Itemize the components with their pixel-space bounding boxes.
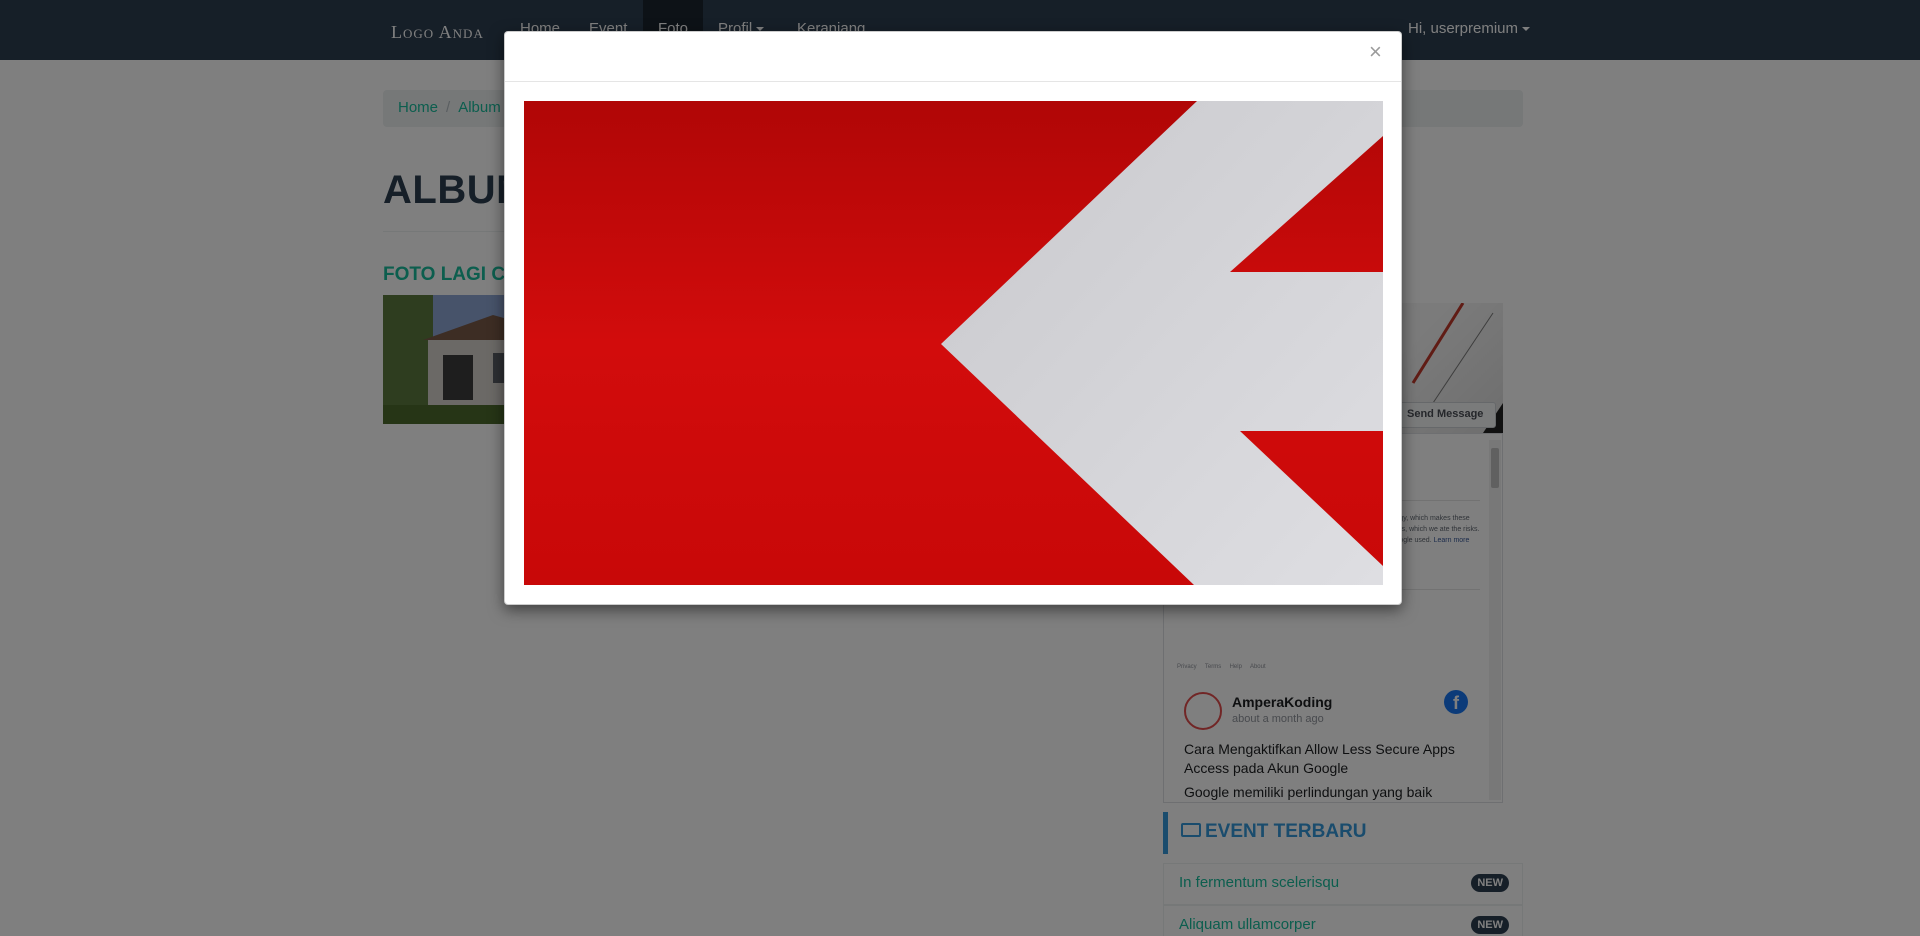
arrow-photo [524,101,1383,585]
image-modal: × [504,31,1402,605]
modal-header: × [505,32,1401,82]
close-icon[interactable]: × [1369,41,1382,63]
modal-photo [524,101,1383,585]
